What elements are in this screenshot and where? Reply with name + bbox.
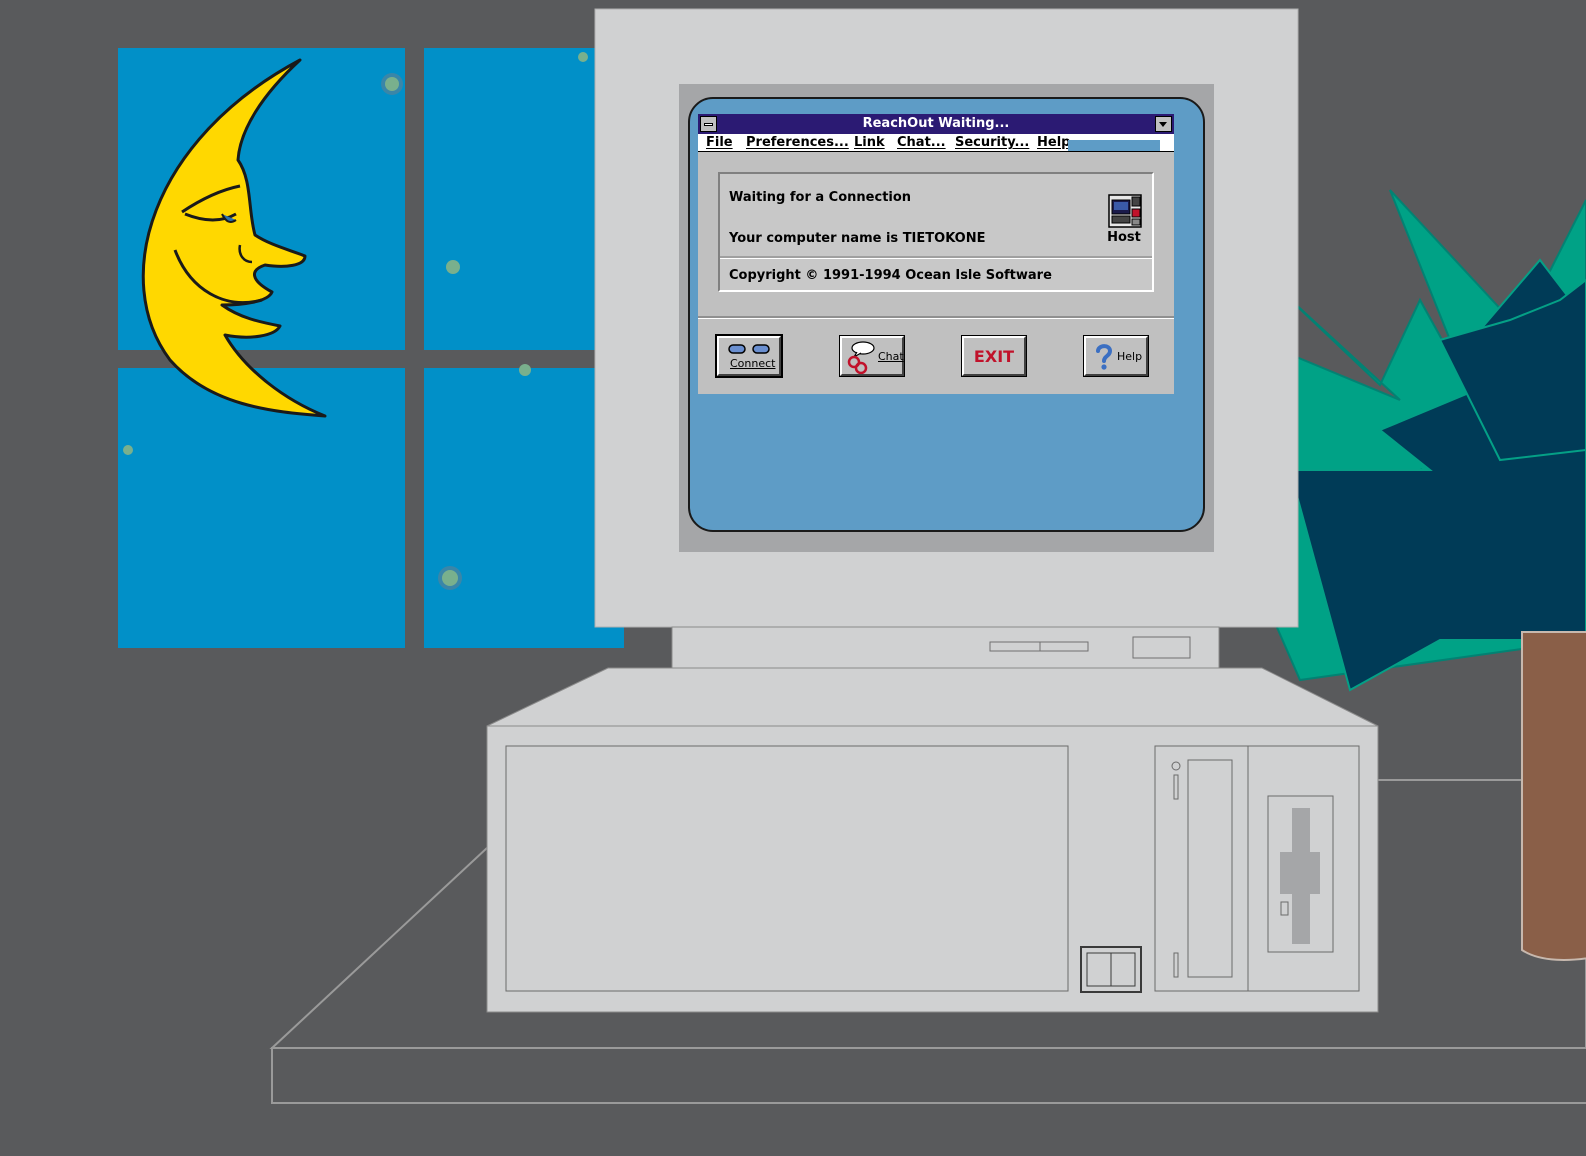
- connect-label: Connect: [730, 357, 776, 370]
- menu-link[interactable]: Link: [854, 134, 885, 151]
- computer-name-text: Your computer name is TIETOKONE: [729, 231, 986, 246]
- help-button[interactable]: Help: [1083, 335, 1149, 377]
- status-panel: Waiting for a Connection Your computer n…: [718, 172, 1154, 292]
- menu-help[interactable]: Help: [1037, 134, 1070, 151]
- help-label: Help: [1117, 350, 1143, 363]
- computer-case-illustration: [486, 667, 1379, 1013]
- question-mark-icon: [1096, 344, 1113, 370]
- menu-file[interactable]: File: [706, 134, 733, 151]
- menu-preferences[interactable]: Preferences...: [746, 134, 849, 151]
- menu-bar-highlight: [1068, 140, 1160, 151]
- reachout-window: ReachOut Waiting... File Preferences... …: [698, 114, 1174, 394]
- chat-label: Chat: [878, 350, 904, 363]
- minimize-arrow-icon[interactable]: [1155, 116, 1172, 132]
- host-computer-icon: [1108, 194, 1142, 228]
- plant-pot: [1521, 631, 1586, 961]
- title-bar[interactable]: ReachOut Waiting...: [698, 114, 1174, 134]
- menu-bar: File Preferences... Link Chat... Securit…: [698, 134, 1174, 152]
- chat-button[interactable]: Chat: [839, 335, 905, 377]
- chat-bubble-chain-icon: [847, 341, 875, 374]
- panel-divider: [720, 256, 1152, 259]
- menu-chat[interactable]: Chat...: [897, 134, 946, 151]
- host-label: Host: [1107, 230, 1141, 245]
- copyright-text: Copyright © 1991-1994 Ocean Isle Softwar…: [729, 268, 1052, 283]
- waiting-status-text: Waiting for a Connection: [729, 190, 912, 205]
- exit-button[interactable]: EXIT: [961, 335, 1027, 377]
- toolbar-separator: [698, 316, 1174, 319]
- exit-sign-icon: EXIT: [973, 347, 1015, 366]
- system-menu-icon[interactable]: [700, 116, 717, 132]
- connect-button[interactable]: Connect: [715, 334, 783, 378]
- connect-plugs-icon: [728, 344, 770, 354]
- menu-security[interactable]: Security...: [955, 134, 1029, 151]
- window-title: ReachOut Waiting...: [862, 116, 1010, 131]
